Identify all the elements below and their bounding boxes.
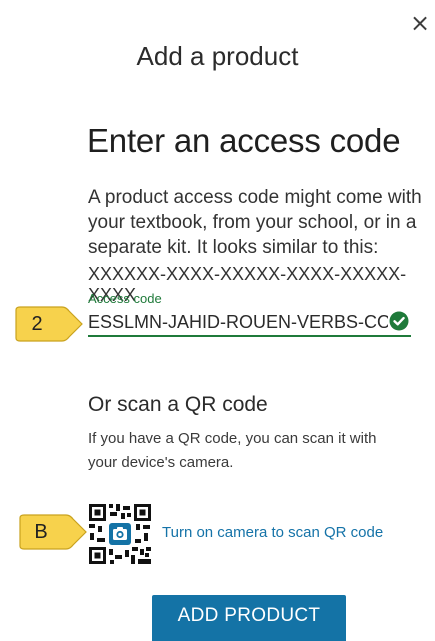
turn-on-camera-link[interactable]: Turn on camera to scan QR code [162,524,383,541]
qr-description: If you have a QR code, you can scan it w… [88,430,377,471]
access-code-heading: Enter an access code [87,122,401,159]
dialog-title: Add a product [136,41,299,71]
qr-heading: Or scan a QR code [88,393,268,416]
qr-camera-icon[interactable] [88,503,152,565]
access-code-underline [88,335,411,337]
callout-label: 2 [31,312,43,335]
callout-marker-b: B [16,514,88,550]
access-code-label: Access code [88,291,162,306]
callout-marker-2: 2 [12,306,84,342]
check-circle-icon [389,311,409,331]
close-button[interactable]: × [407,10,433,36]
add-product-button[interactable]: ADD PRODUCT [152,595,346,641]
access-code-field: Access code [88,289,411,337]
access-code-input[interactable] [88,309,388,335]
access-code-description: A product access code might come with yo… [88,187,422,258]
close-icon: × [409,9,431,37]
callout-label: B [34,520,48,543]
